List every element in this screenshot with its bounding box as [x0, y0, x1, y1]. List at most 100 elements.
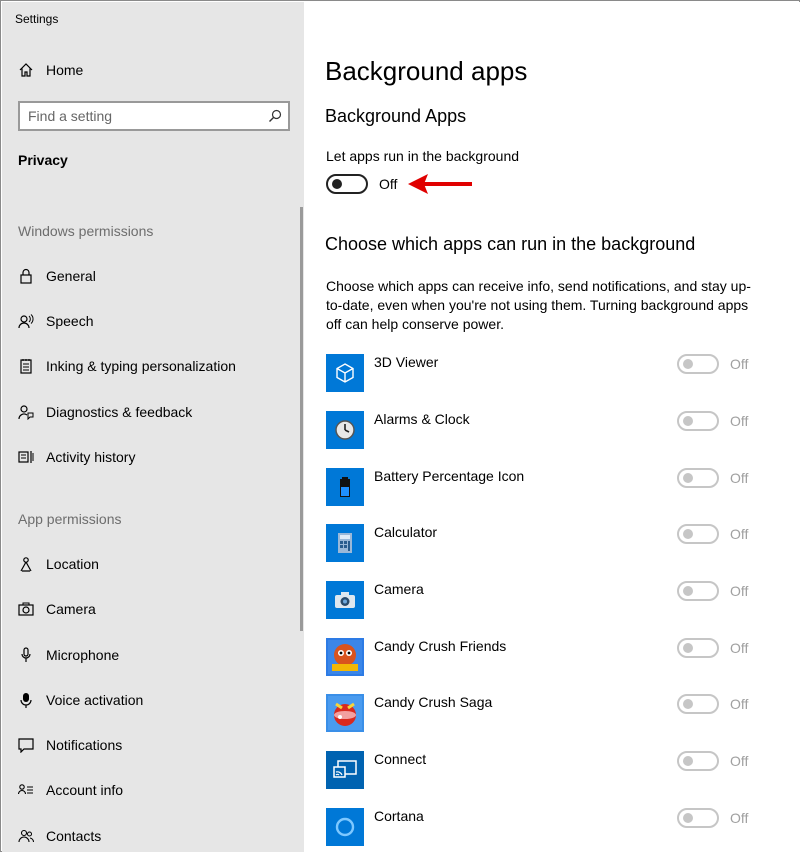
app-name: Calculator [374, 524, 438, 540]
app-toggle-state: Off [730, 583, 749, 599]
app-toggle-state: Off [730, 470, 749, 486]
sidebar-item-notifications[interactable]: Notifications [2, 727, 304, 763]
main-content: Background apps Background Apps Let apps… [304, 2, 800, 852]
app-name: Battery Percentage Icon [374, 468, 525, 484]
app-row-cortana: Cortana Off [326, 808, 766, 848]
app-toggle[interactable] [677, 468, 719, 488]
sidebar-item-label: Camera [46, 601, 96, 617]
clock-icon [326, 411, 364, 449]
annotation-arrow-icon [408, 174, 472, 194]
app-name: Alarms & Clock [374, 411, 470, 427]
settings-window: Settings Home Privacy Windows permission… [0, 0, 800, 852]
connect-icon [326, 751, 364, 789]
sidebar-item-label: General [46, 268, 96, 284]
app-toggle[interactable] [677, 638, 719, 658]
app-name: Cortana [374, 808, 424, 824]
app-name: Candy Crush Saga [374, 694, 493, 710]
app-toggle-state: Off [730, 753, 749, 769]
notifications-icon [17, 736, 35, 754]
app-toggle[interactable] [677, 694, 719, 714]
lock-icon [17, 267, 35, 285]
sidebar-item-label: Diagnostics & feedback [46, 404, 193, 420]
background-toggle-label: Let apps run in the background [326, 148, 520, 164]
activity-history-icon [17, 448, 35, 466]
app-toggle-state: Off [730, 413, 749, 429]
search-field[interactable] [18, 101, 290, 131]
calculator-icon [326, 524, 364, 562]
location-icon [17, 555, 35, 573]
app-name: Camera [374, 581, 424, 597]
app-toggle[interactable] [677, 581, 719, 601]
sidebar-item-home[interactable]: Home [2, 52, 304, 88]
app-name: 3D Viewer [374, 354, 439, 370]
contacts-icon [17, 827, 35, 845]
sidebar-item-label: Voice activation [46, 692, 144, 708]
sidebar-item-label: Notifications [46, 737, 123, 753]
sidebar-item-camera[interactable]: Camera [2, 591, 304, 627]
app-row-candy-crush-friends: Candy Crush Friends Off [326, 638, 766, 678]
app-row-3d-viewer: 3D Viewer Off [326, 354, 766, 394]
sidebar-item-contacts[interactable]: Contacts [2, 818, 304, 852]
app-toggle[interactable] [677, 411, 719, 431]
app-row-battery-percentage: Battery Percentage Icon Off [326, 468, 766, 508]
choose-apps-description: Choose which apps can receive info, send… [326, 278, 751, 332]
app-row-calculator: Calculator Off [326, 524, 766, 564]
app-toggle[interactable] [677, 354, 719, 374]
camera-app-icon [326, 581, 364, 619]
app-toggle[interactable] [677, 808, 719, 828]
app-toggle-state: Off [730, 810, 749, 826]
window-title: Settings [15, 12, 59, 26]
app-row-camera: Camera Off [326, 581, 766, 621]
app-toggle-state: Off [730, 696, 749, 712]
sidebar-scrollbar[interactable] [300, 207, 303, 631]
app-name: Connect [374, 751, 427, 767]
app-toggle[interactable] [677, 524, 719, 544]
sidebar-item-inking-typing[interactable]: Inking & typing personalization [2, 348, 304, 384]
cube-icon [326, 354, 364, 392]
account-info-icon [17, 781, 35, 799]
page-title: Background apps [325, 56, 528, 86]
notepad-icon [17, 357, 35, 375]
sidebar-item-account-info[interactable]: Account info [2, 772, 304, 808]
sidebar-item-label: Activity history [46, 449, 136, 465]
sidebar-item-voice-activation[interactable]: Voice activation [2, 682, 304, 718]
cortana-icon [326, 808, 364, 846]
windows-permissions-header: Windows permissions [18, 223, 154, 239]
sidebar-item-microphone[interactable]: Microphone [2, 637, 304, 673]
sidebar-item-label: Inking & typing personalization [46, 358, 236, 374]
app-row-alarms-clock: Alarms & Clock Off [326, 411, 766, 451]
app-name: Candy Crush Friends [374, 638, 507, 654]
candy-crush-saga-icon [326, 694, 364, 732]
microphone-icon [17, 646, 35, 664]
app-toggle-state: Off [730, 526, 749, 542]
app-toggle[interactable] [677, 751, 719, 771]
sidebar-item-label: Account info [46, 782, 124, 798]
sidebar-item-diagnostics-feedback[interactable]: Diagnostics & feedback [2, 394, 304, 430]
sidebar-item-label: Contacts [46, 828, 102, 844]
candy-crush-friends-icon [326, 638, 364, 676]
sidebar-item-label: Speech [46, 313, 94, 329]
search-icon [268, 109, 282, 123]
app-row-connect: Connect Off [326, 751, 766, 791]
sidebar-item-activity-history[interactable]: Activity history [2, 439, 304, 475]
background-apps-toggle[interactable] [326, 174, 368, 194]
sidebar-item-location[interactable]: Location [2, 546, 304, 582]
home-icon [17, 61, 35, 79]
choose-apps-title: Choose which apps can run in the backgro… [325, 234, 696, 254]
sidebar: Settings Home Privacy Windows permission… [2, 2, 304, 852]
voice-activation-icon [17, 691, 35, 709]
search-input[interactable] [28, 107, 258, 125]
app-toggle-state: Off [730, 356, 749, 372]
speech-icon [17, 312, 35, 330]
app-permissions-header: App permissions [18, 511, 122, 527]
sidebar-item-general[interactable]: General [2, 258, 304, 294]
sidebar-item-label: Microphone [46, 647, 120, 663]
app-toggle-state: Off [730, 640, 749, 656]
toggle-knob [332, 179, 342, 189]
category-title: Privacy [18, 152, 68, 168]
diagnostics-icon [17, 403, 35, 421]
sidebar-item-label: Location [46, 556, 99, 572]
background-toggle-state: Off [379, 176, 398, 192]
sidebar-item-speech[interactable]: Speech [2, 303, 304, 339]
section-title: Background Apps [325, 106, 467, 126]
